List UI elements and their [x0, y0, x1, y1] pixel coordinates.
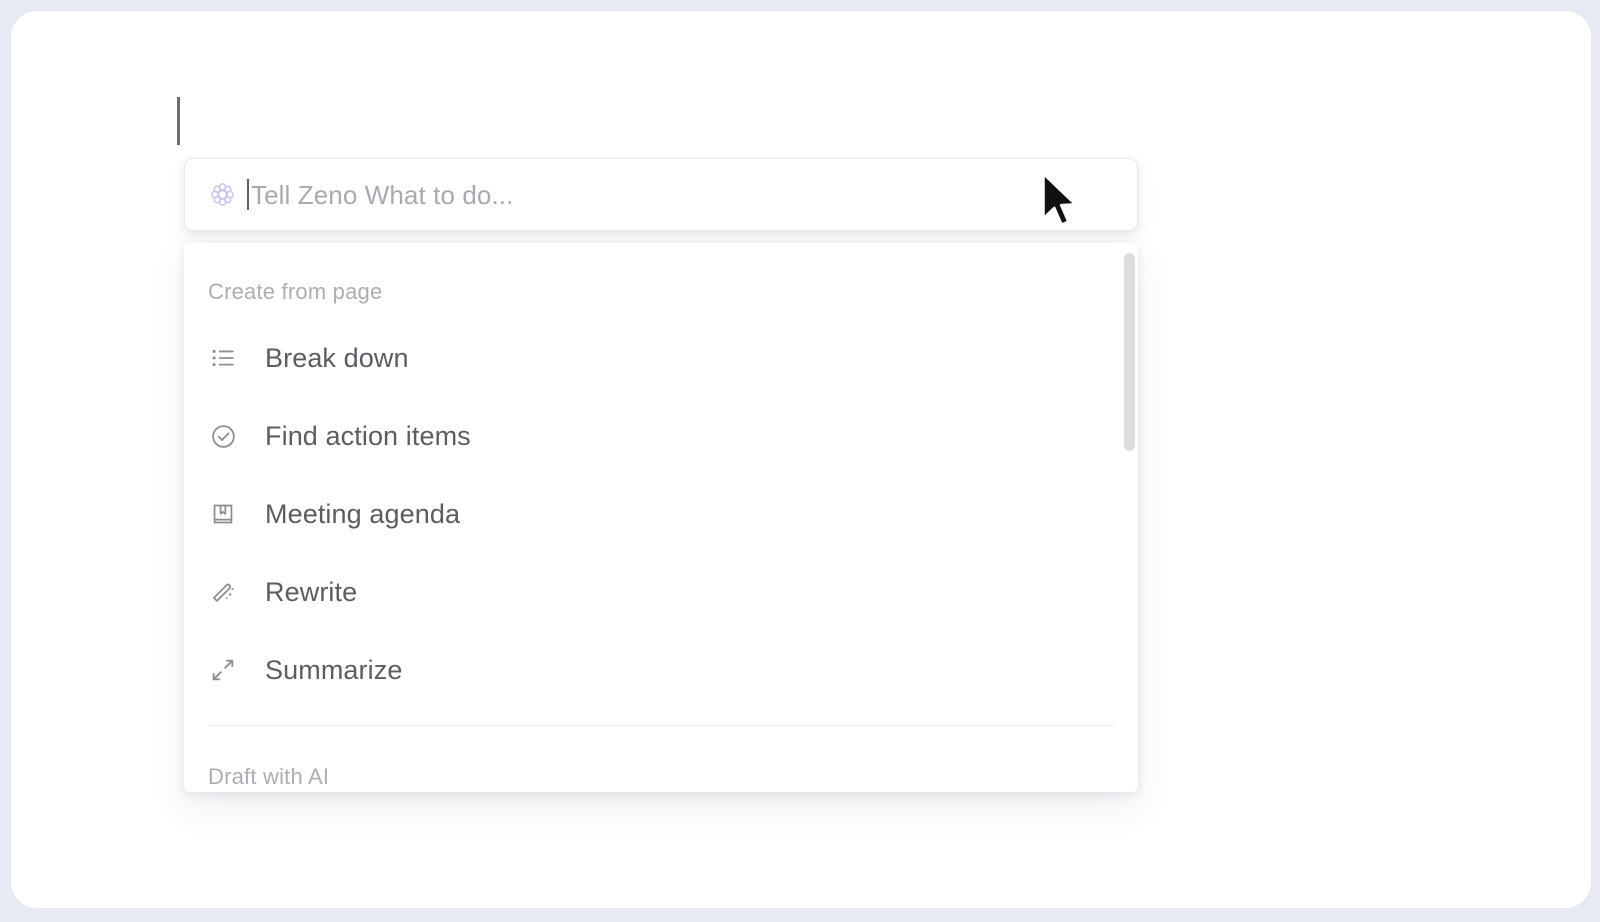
section-header-create-from-page: Create from page [208, 279, 383, 304]
menu-section-divider [208, 725, 1114, 726]
ai-flower-icon [209, 181, 236, 208]
menu-item-meeting-agenda[interactable]: Meeting agenda [184, 475, 1138, 553]
section-draft-with-ai: Draft with AI [184, 764, 1138, 790]
ai-command-menu-panel: Create from page Break down Find action … [184, 243, 1138, 792]
menu-item-label: Meeting agenda [265, 498, 461, 529]
section-header-draft-with-ai: Draft with AI [208, 764, 330, 789]
app-window-card: Tell Zeno What to do... Create from page [11, 11, 1591, 908]
ai-prompt-input[interactable]: Tell Zeno What to do... [184, 158, 1138, 231]
prompt-placeholder-text: Tell Zeno What to do... [251, 179, 514, 210]
prompt-caret-wrapper: Tell Zeno What to do... [247, 176, 513, 214]
menu-item-break-down[interactable]: Break down [184, 319, 1138, 397]
editor-text-caret [177, 97, 180, 145]
list-icon [208, 343, 238, 373]
menu-item-label: Find action items [265, 420, 471, 451]
book-bookmark-icon [208, 499, 238, 529]
menu-item-find-action-items[interactable]: Find action items [184, 397, 1138, 475]
shrink-arrows-icon [208, 655, 238, 685]
prompt-text-caret [247, 179, 249, 210]
command-list-create-from-page: Break down Find action items Meeting age… [184, 319, 1138, 709]
section-create-from-page: Create from page Break down Find action … [184, 279, 1138, 709]
menu-scrollbar-track[interactable] [1124, 249, 1135, 786]
magic-wand-icon [208, 577, 238, 607]
check-circle-icon [208, 421, 238, 451]
menu-item-label: Summarize [265, 654, 403, 685]
menu-item-summarize[interactable]: Summarize [184, 631, 1138, 709]
menu-item-rewrite[interactable]: Rewrite [184, 553, 1138, 631]
menu-item-label: Rewrite [265, 576, 358, 607]
menu-scrollbar-thumb[interactable] [1124, 253, 1135, 451]
menu-item-label: Break down [265, 342, 409, 373]
